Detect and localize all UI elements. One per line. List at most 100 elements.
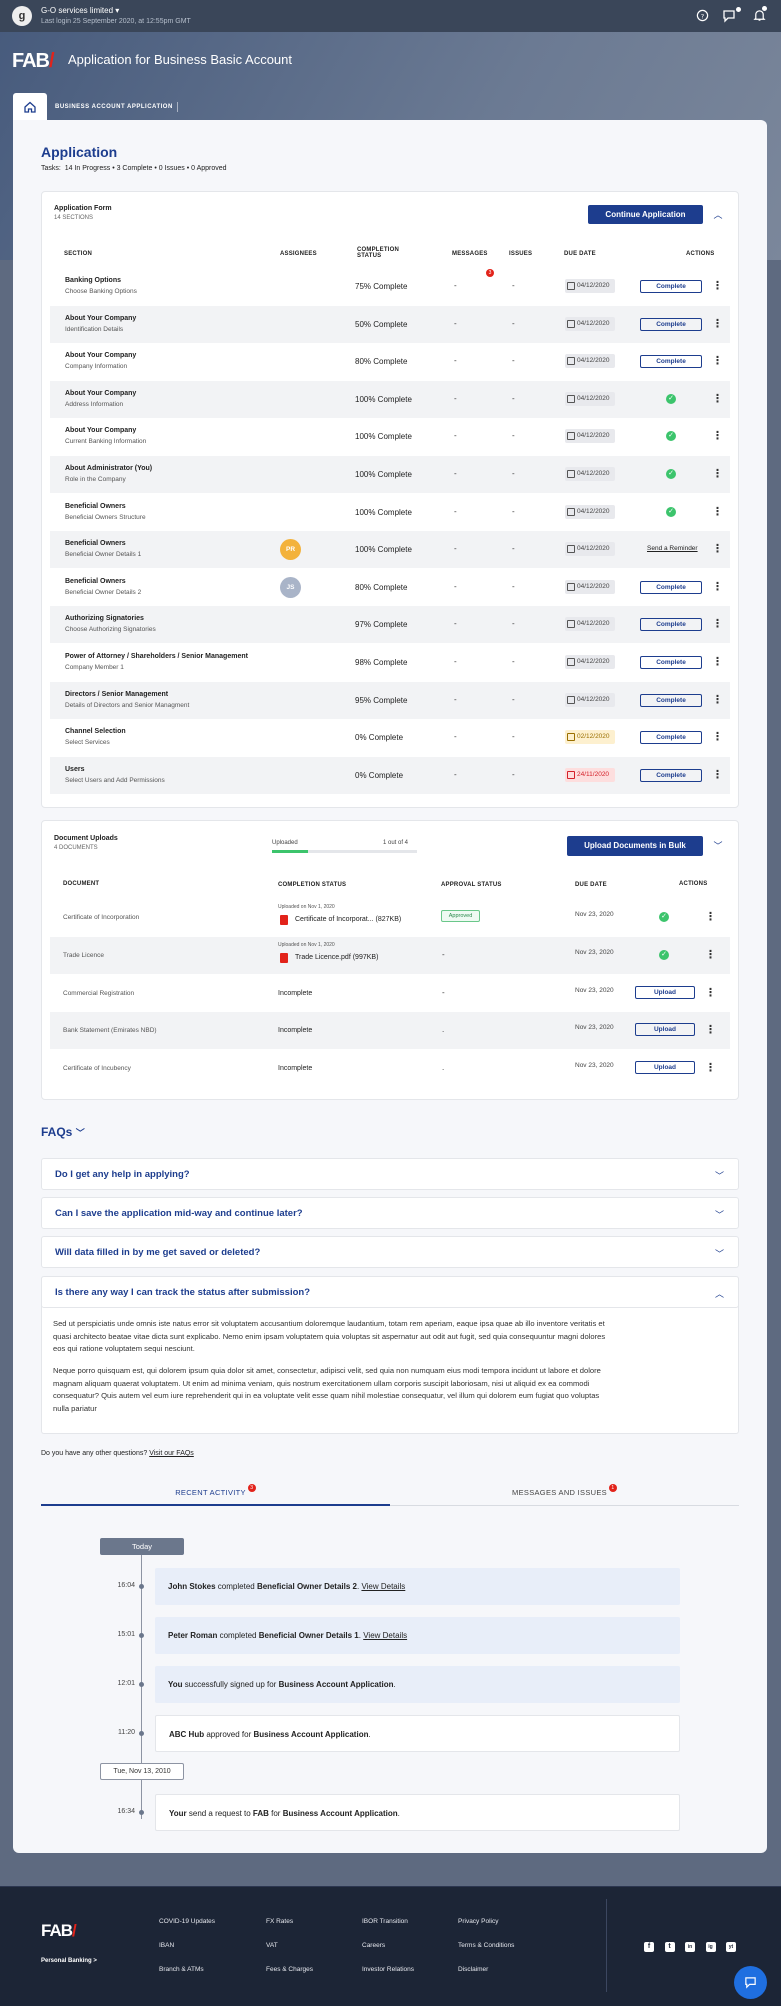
faq-item[interactable]: Is there any way I can track the status … <box>41 1276 739 1308</box>
activity-end: . <box>397 1809 400 1818</box>
table-row: Banking Options Choose Banking Options 75%… <box>50 268 730 305</box>
issues-value: - <box>512 469 515 478</box>
tab-business-account-application[interactable]: BUSINESS ACCOUNT APPLICATION <box>55 104 173 110</box>
more-actions-icon[interactable]: ⋮ <box>712 618 723 630</box>
more-actions-icon[interactable]: ⋮ <box>712 581 723 593</box>
upload-button[interactable]: Upload <box>635 1023 695 1037</box>
activity-time: 16:34 <box>117 1808 135 1815</box>
col-assignees: ASSIGNEES <box>280 251 317 257</box>
issues-value: - <box>512 393 515 403</box>
complete-button[interactable]: Complete <box>640 355 702 369</box>
assignee-avatar[interactable]: JS <box>280 576 301 598</box>
footer-link[interactable]: COVID-19 Updates <box>159 1918 215 1925</box>
messages-value: - <box>454 769 457 779</box>
continue-application-button[interactable]: Continue Application <box>588 205 703 224</box>
svg-text:?: ? <box>700 12 703 20</box>
activity-verb: approved for <box>204 1730 254 1739</box>
footer-fab-logo[interactable]: FAB/ <box>41 1921 77 1941</box>
complete-button[interactable]: Complete <box>640 580 702 594</box>
completion-status: 98% Complete <box>355 658 408 667</box>
activity-text: Your send a request to FAB for Business … <box>169 1809 400 1818</box>
more-actions-icon[interactable]: ⋮ <box>712 694 723 706</box>
footer-link[interactable]: Disclaimer <box>458 1966 488 1973</box>
org-avatar[interactable]: g <box>12 6 32 26</box>
complete-button[interactable]: Complete <box>640 618 702 632</box>
linkedin-icon[interactable]: in <box>685 1942 695 1952</box>
send-reminder-link[interactable]: Send a Reminder <box>647 545 698 552</box>
facebook-icon[interactable]: f <box>644 1942 654 1952</box>
help-icon[interactable]: ? <box>695 9 709 23</box>
due-date: 02/12/2020 <box>565 730 615 745</box>
table-row: Channel Selection Select Services 0% Compl… <box>50 719 730 756</box>
more-actions-icon[interactable]: ⋮ <box>712 656 723 668</box>
more-actions-icon[interactable]: ⋮ <box>712 355 723 367</box>
fab-logo[interactable]: FAB/ <box>12 50 54 73</box>
personal-banking-link[interactable]: Personal Banking > <box>41 1958 97 1964</box>
more-actions-icon[interactable]: ⋮ <box>712 393 723 405</box>
footer-link[interactable]: Terms & Conditions <box>458 1942 514 1949</box>
messages-icon[interactable] <box>722 9 736 23</box>
twitter-icon[interactable]: t <box>664 1942 675 1952</box>
footer-link[interactable]: IBAN <box>159 1942 174 1949</box>
upload-button[interactable]: Upload <box>635 985 695 999</box>
more-actions-icon[interactable]: ⋮ <box>712 318 723 330</box>
due-date: 04/12/2020 <box>565 429 615 444</box>
messages-value: - <box>454 469 457 478</box>
youtube-icon[interactable]: yt <box>726 1942 736 1952</box>
tab-messages-and-issues[interactable]: MESSAGES AND ISSUES 1 <box>390 1481 739 1506</box>
footer-link[interactable]: IBOR Transition <box>362 1918 408 1925</box>
visit-faqs-link[interactable]: Visit our FAQs <box>149 1450 194 1457</box>
faq-item[interactable]: Do I get any help in applying? ﹀ <box>41 1158 739 1190</box>
assignee-avatar[interactable]: PR <box>280 539 301 561</box>
more-actions-icon[interactable]: ⋮ <box>712 468 723 480</box>
home-tab[interactable] <box>13 93 47 120</box>
upload-button[interactable]: Upload <box>635 1061 695 1075</box>
tab-recent-activity[interactable]: RECENT ACTIVITY 3 <box>41 1481 390 1506</box>
col-due-date: DUE DATE <box>564 251 596 257</box>
footer-link[interactable]: Privacy Policy <box>458 1918 498 1925</box>
faq-item[interactable]: Can I save the application mid-way and c… <box>41 1197 739 1229</box>
upload-bulk-button[interactable]: Upload Documents in Bulk <box>567 836 703 856</box>
more-actions-icon[interactable]: ⋮ <box>712 430 723 442</box>
complete-button[interactable]: Complete <box>640 656 702 669</box>
more-actions-icon[interactable]: ⋮ <box>712 280 723 292</box>
notifications-icon[interactable] <box>752 9 766 23</box>
col-doc-completion-status: COMPLETION STATUS <box>278 882 347 888</box>
view-details-link[interactable]: View Details <box>361 1582 405 1591</box>
more-actions-icon[interactable]: ⋮ <box>712 769 723 781</box>
footer-link[interactable]: Branch & ATMs <box>159 1966 204 1973</box>
uploaded-file-link[interactable]: Trade Licence.pdf (997KB) <box>295 954 378 961</box>
more-actions-icon[interactable]: ⋮ <box>712 506 723 518</box>
faq-item[interactable]: Will data filled in by me get saved or d… <box>41 1236 739 1268</box>
faqs-heading[interactable]: FAQs ﹀ <box>41 1125 85 1139</box>
instagram-icon[interactable]: ig <box>705 1942 716 1952</box>
complete-button[interactable]: Complete <box>640 693 702 707</box>
footer-link[interactable]: Fees & Charges <box>266 1966 313 1973</box>
calendar-icon <box>567 695 575 704</box>
chat-button[interactable] <box>734 1966 767 1999</box>
collapse-chevron-up-icon[interactable]: ︿ <box>713 210 723 220</box>
section-subtitle: Role in the Company <box>65 476 126 483</box>
complete-button[interactable]: Complete <box>640 731 702 745</box>
expand-chevron-down-icon[interactable]: ﹀ <box>713 841 723 851</box>
more-actions-icon[interactable]: ⋮ <box>705 1024 716 1036</box>
complete-button[interactable]: Complete <box>640 768 702 782</box>
more-actions-icon[interactable]: ⋮ <box>712 543 723 555</box>
footer-link[interactable]: Careers <box>362 1942 385 1949</box>
completion-status: Incomplete <box>278 1065 313 1073</box>
more-actions-icon[interactable]: ⋮ <box>705 911 716 923</box>
complete-button[interactable]: Complete <box>640 317 702 331</box>
footer-link[interactable]: Investor Relations <box>362 1966 414 1973</box>
footer-link[interactable]: FX Rates <box>266 1918 293 1925</box>
more-actions-icon[interactable]: ⋮ <box>705 987 716 999</box>
uploaded-file-link[interactable]: Certificate of Incorporat... (827KB) <box>295 916 401 923</box>
view-details-link[interactable]: View Details <box>363 1631 407 1640</box>
org-switcher[interactable]: G-O services limited ▾ <box>41 6 119 15</box>
more-actions-icon[interactable]: ⋮ <box>705 949 716 961</box>
messages-value: - <box>454 506 457 516</box>
footer-link[interactable]: VAT <box>266 1942 278 1949</box>
more-actions-icon[interactable]: ⋮ <box>712 731 723 743</box>
approval-status: . <box>442 1025 445 1035</box>
more-actions-icon[interactable]: ⋮ <box>705 1062 716 1074</box>
complete-button[interactable]: Complete <box>640 280 702 293</box>
